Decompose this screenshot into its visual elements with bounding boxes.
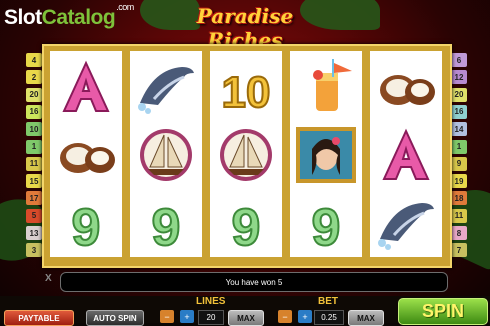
symbol-a-icon xyxy=(50,57,122,117)
close-icon[interactable]: X xyxy=(45,273,52,284)
symbol-a-icon xyxy=(370,125,442,185)
game-title: Paradise Riches xyxy=(196,4,294,52)
symbol-9-icon: 9 xyxy=(210,193,282,253)
lines-label: LINES xyxy=(196,296,226,307)
symbol-dolphin-icon xyxy=(130,57,202,117)
reel: 10 9 xyxy=(210,51,282,257)
payline-indicator[interactable]: 11 xyxy=(451,208,467,223)
reel xyxy=(370,51,442,257)
payline-indicator[interactable]: 9 xyxy=(451,156,467,171)
win-message-bar: You have won 5 xyxy=(60,272,448,292)
payline-indicator[interactable]: 16 xyxy=(26,104,42,119)
payline-indicator[interactable]: 8 xyxy=(451,226,467,240)
bet-max-button[interactable]: MAX xyxy=(348,310,384,326)
payline-indicator[interactable]: 5 xyxy=(26,208,42,223)
symbol-sailboat-icon xyxy=(210,125,282,185)
payline-indicator[interactable]: 4 xyxy=(26,53,42,67)
payline-indicator[interactable]: 11 xyxy=(26,156,42,171)
payline-indicator[interactable]: 2 xyxy=(26,70,42,85)
reel: 9 xyxy=(130,51,202,257)
payline-indicator[interactable]: 14 xyxy=(451,122,467,137)
symbol-coconut-icon xyxy=(370,57,442,117)
slotcatalog-logo: SlotCatalog.com xyxy=(4,2,134,29)
payline-indicator[interactable]: 16 xyxy=(451,104,467,119)
payline-indicator[interactable]: 17 xyxy=(26,191,42,206)
payline-indicator[interactable]: 12 xyxy=(451,70,467,85)
svg-text:9: 9 xyxy=(152,199,181,251)
symbol-9-icon: 9 xyxy=(290,193,362,253)
auto-spin-button[interactable]: AUTO SPIN xyxy=(86,310,144,326)
payline-indicator[interactable]: 13 xyxy=(26,226,42,240)
reels-frame: 9 9 10 9 9 xyxy=(42,44,452,268)
symbol-girl-icon xyxy=(290,125,362,185)
win-message: You have won 5 xyxy=(225,277,283,287)
bet-label: BET xyxy=(318,296,338,307)
lines-max-button[interactable]: MAX xyxy=(228,310,264,326)
paytable-button[interactable]: PAYTABLE xyxy=(4,310,74,326)
lines-increase-button[interactable]: + xyxy=(180,310,194,323)
payline-indicator[interactable]: 18 xyxy=(451,191,467,206)
bet-increase-button[interactable]: + xyxy=(298,310,312,323)
symbol-coconut-icon xyxy=(50,125,122,185)
symbol-sailboat-icon xyxy=(130,125,202,185)
symbol-10-icon: 10 xyxy=(210,57,282,117)
symbol-cocktail-icon xyxy=(290,57,362,117)
payline-indicator[interactable]: 19 xyxy=(451,174,467,189)
payline-indicator[interactable]: 1 xyxy=(451,139,467,154)
payline-indicator[interactable]: 1 xyxy=(26,139,42,154)
symbol-9-icon: 9 xyxy=(130,193,202,253)
payline-indicator[interactable]: 6 xyxy=(451,53,467,67)
svg-text:9: 9 xyxy=(232,199,261,251)
spin-button[interactable]: SPIN xyxy=(398,298,488,325)
reel: 9 xyxy=(290,51,362,257)
payline-indicator[interactable]: 10 xyxy=(26,122,42,137)
lines-decrease-button[interactable]: − xyxy=(160,310,174,323)
payline-indicator[interactable]: 15 xyxy=(26,174,42,189)
symbol-dolphin-icon xyxy=(370,193,442,253)
bet-decrease-button[interactable]: − xyxy=(278,310,292,323)
reel: 9 xyxy=(50,51,122,257)
payline-indicator[interactable]: 20 xyxy=(26,87,42,102)
svg-text:10: 10 xyxy=(222,68,271,115)
payline-indicator[interactable]: 3 xyxy=(26,243,42,258)
payline-indicator[interactable]: 20 xyxy=(451,87,467,102)
svg-text:9: 9 xyxy=(72,199,101,251)
payline-indicator[interactable]: 7 xyxy=(451,243,467,258)
svg-text:9: 9 xyxy=(312,199,341,251)
symbol-9-icon: 9 xyxy=(50,193,122,253)
